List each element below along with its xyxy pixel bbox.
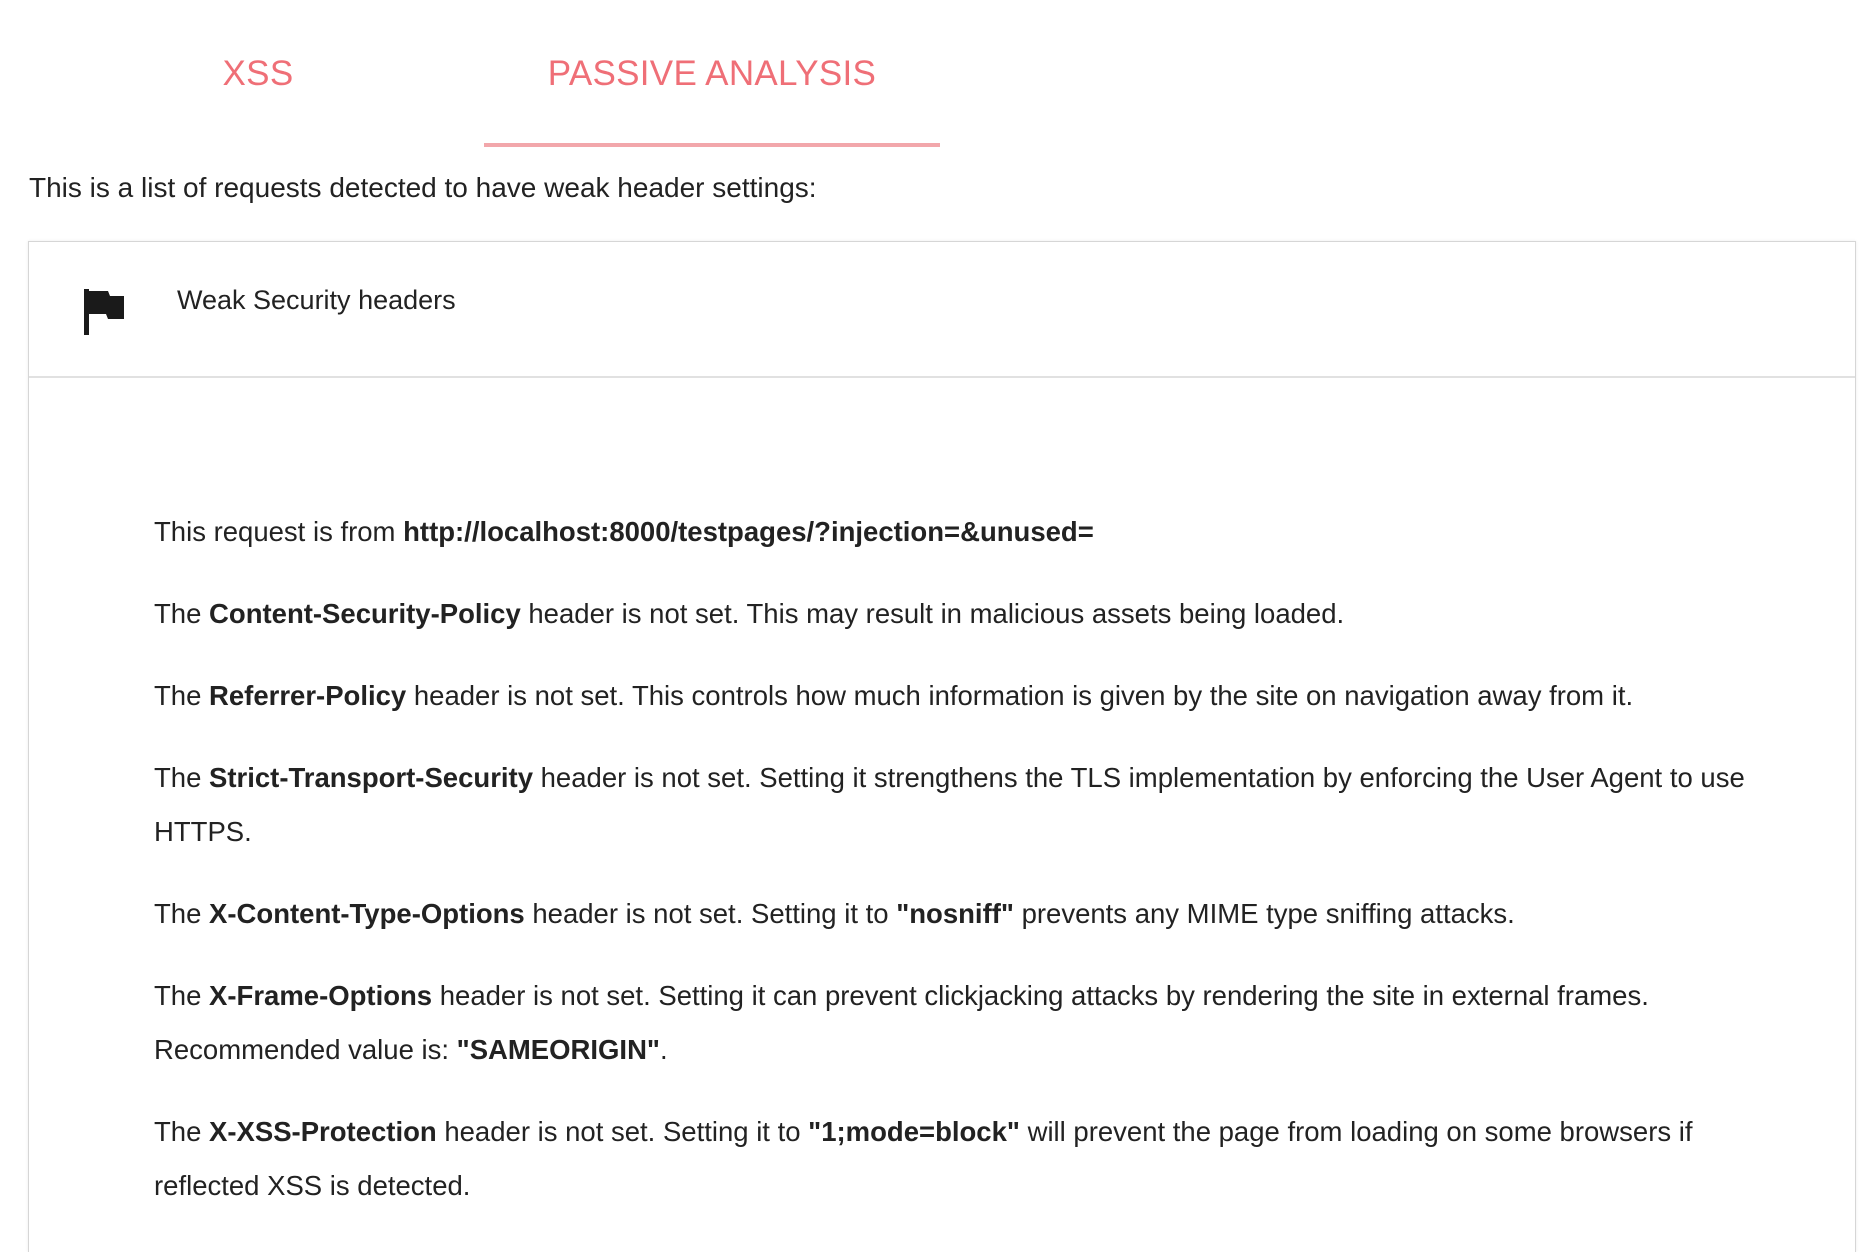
header-name: X-XSS-Protection [209, 1116, 437, 1147]
finding-pre: The [154, 980, 210, 1011]
finding-content-security-policy: The Content-Security-Policy header is no… [154, 587, 1774, 641]
finding-pre: The [154, 680, 210, 711]
header-value: "1;mode=block" [808, 1116, 1020, 1147]
finding-pre: The [154, 762, 210, 793]
tab-passive-analysis-label: PASSIVE ANALYSIS [547, 54, 877, 93]
finding-post: . [659, 1034, 668, 1065]
request-url: http://localhost:8000/testpages/?injecti… [403, 516, 1094, 547]
finding-pre: The [154, 898, 210, 929]
finding-post: prevents any MIME type sniffing attacks. [1013, 898, 1515, 929]
finding-x-xss-protection: The X-XSS-Protection header is not set. … [154, 1105, 1774, 1213]
panel-body: This request is from http://localhost:80… [154, 505, 1774, 1213]
panel-title: Weak Security headers [177, 285, 456, 315]
finding-strict-transport-security: The Strict-Transport-Security header is … [154, 751, 1774, 859]
header-name: X-Content-Type-Options [209, 898, 525, 929]
header-name: Referrer-Policy [209, 680, 407, 711]
request-source: This request is from http://localhost:80… [154, 505, 1774, 559]
header-value: "SAMEORIGIN" [456, 1034, 660, 1065]
header-name: X-Frame-Options [209, 980, 433, 1011]
finding-text: header is not set. Setting it to [436, 1116, 809, 1147]
tab-bar: XSS PASSIVE ANALYSIS [0, 0, 1872, 148]
active-tab-indicator [484, 143, 940, 147]
finding-text: header is not set. This controls how muc… [406, 680, 1634, 711]
intro-text: This is a list of requests detected to h… [29, 172, 817, 203]
header-value: "nosniff" [896, 898, 1014, 929]
weak-headers-panel: Weak Security headers This request is fr… [28, 241, 1856, 1252]
tab-passive-analysis[interactable]: PASSIVE ANALYSIS [484, 0, 940, 148]
finding-text: header is not set. Setting it to [524, 898, 897, 929]
tab-xss-label: XSS [222, 54, 294, 93]
finding-text: header is not set. This may result in ma… [520, 598, 1345, 629]
header-name: Strict-Transport-Security [209, 762, 533, 793]
finding-x-content-type-options: The X-Content-Type-Options header is not… [154, 887, 1774, 941]
panel-header[interactable]: Weak Security headers [29, 242, 1855, 378]
flag-icon [84, 289, 124, 335]
header-name: Content-Security-Policy [209, 598, 521, 629]
finding-referrer-policy: The Referrer-Policy header is not set. T… [154, 669, 1774, 723]
finding-pre: The [154, 1116, 210, 1147]
finding-pre: The [154, 598, 210, 629]
request-prefix: This request is from [154, 516, 404, 547]
tab-xss[interactable]: XSS [30, 0, 486, 148]
finding-x-frame-options: The X-Frame-Options header is not set. S… [154, 969, 1774, 1077]
